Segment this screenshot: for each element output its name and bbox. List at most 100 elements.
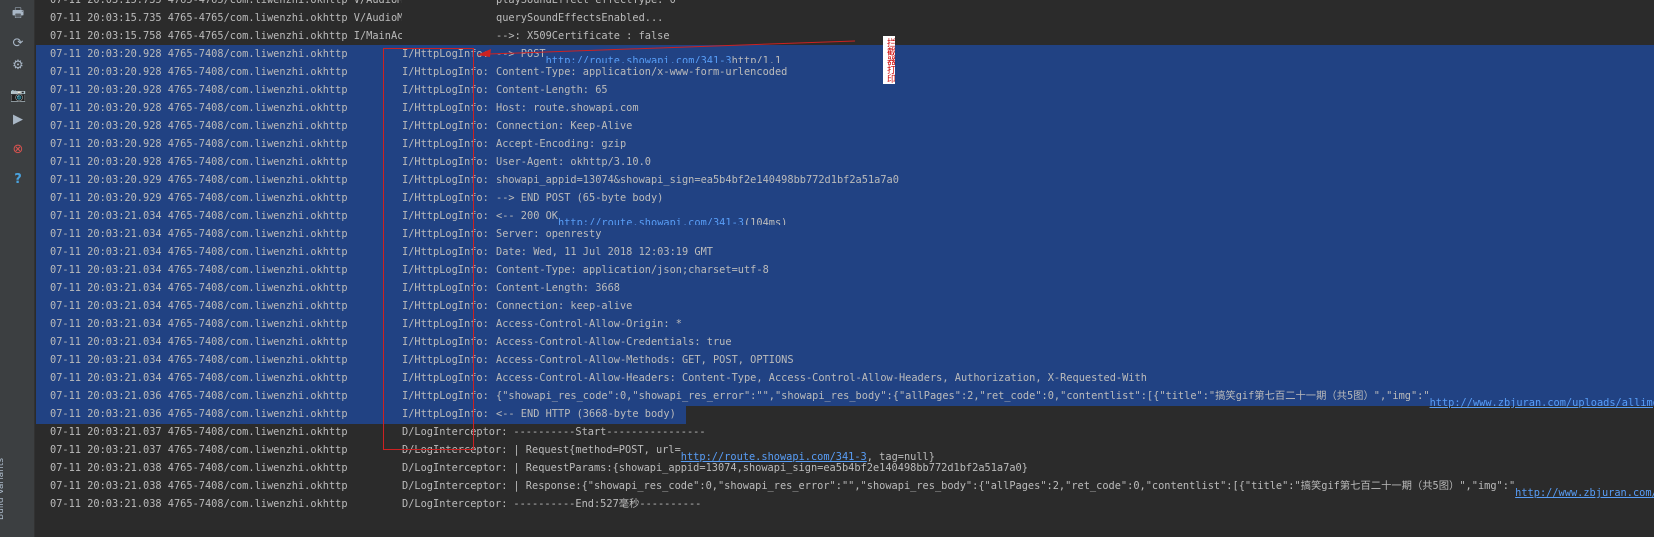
log-message: --> POST <box>496 48 546 60</box>
log-row: 07-11 20:03:20.928 4765-7408/com.liwenzh… <box>36 81 1654 100</box>
log-row: 07-11 20:03:21.034 4765-7408/com.liwenzh… <box>36 369 1654 388</box>
log-tag: I/HttpLogInfo: <box>402 264 489 276</box>
log-tag: I/HttpLogInfo: <box>402 354 489 366</box>
log-message: Connection: keep-alive <box>496 300 633 312</box>
log-prefix: 07-11 20:03:21.034 4765-7408/com.liwenzh… <box>50 354 348 366</box>
close-icon[interactable]: ⊗ <box>10 142 26 158</box>
log-message: querySoundEffectsEnabled... <box>496 12 664 24</box>
log-message: Content-Type: application/x-www-form-url… <box>496 66 788 78</box>
log-message: {"showapi_res_code":0,"showapi_res_error… <box>496 390 1430 402</box>
log-prefix: 07-11 20:03:20.929 4765-7408/com.liwenzh… <box>50 192 348 204</box>
log-message: --> END POST (65-byte body) <box>496 192 664 204</box>
log-message: | Response:{"showapi_res_code":0,"showap… <box>513 480 1516 492</box>
log-prefix: 07-11 20:03:21.034 4765-7408/com.liwenzh… <box>50 300 348 312</box>
log-tag: I/HttpLogInfo: <box>402 120 489 132</box>
log-message: <-- END HTTP (3668-byte body) <box>496 408 676 420</box>
log-message: | Request{method=POST, url= <box>513 444 681 456</box>
log-row: 07-11 20:03:20.928 4765-7408/com.liwenzh… <box>36 135 1654 154</box>
log-message: Access-Control-Allow-Origin: * <box>496 318 682 330</box>
log-message: -->: X509Certificate : false <box>496 30 670 42</box>
log-prefix: 07-11 20:03:21.034 4765-7408/com.liwenzh… <box>50 264 348 276</box>
log-row: 07-11 20:03:21.036 4765-7408/com.liwenzh… <box>36 387 1654 409</box>
log-tag: I/HttpLogInfo: <box>402 84 489 96</box>
logcat-toolbar: 🖶 ⟳ ⚙ 📷 ▶ ⊗ ? Build Variants <box>0 0 35 537</box>
log-row: 07-11 20:03:21.034 4765-7408/com.liwenzh… <box>36 243 1654 262</box>
log-message: Access-Control-Allow-Credentials: true <box>496 336 732 348</box>
log-prefix: 07-11 20:03:21.034 4765-7408/com.liwenzh… <box>50 246 348 258</box>
log-prefix: 07-11 20:03:20.928 4765-7408/com.liwenzh… <box>50 102 348 114</box>
settings-icon[interactable]: ⚙ <box>10 58 26 74</box>
log-row: 07-11 20:03:21.034 4765-7408/com.liwenzh… <box>36 297 1654 316</box>
log-prefix: 07-11 20:03:20.928 4765-7408/com.liwenzh… <box>50 66 348 78</box>
log-prefix: 07-11 20:03:21.034 4765-7408/com.liwenzh… <box>50 210 348 222</box>
log-prefix: 07-11 20:03:15.735 4765-4765/com.liwenzh… <box>50 12 402 24</box>
log-prefix: 07-11 20:03:21.038 4765-7408/com.liwenzh… <box>50 480 348 492</box>
log-message: <-- 200 OK <box>496 210 558 222</box>
log-message: Host: route.showapi.com <box>496 102 639 114</box>
log-message: Content-Type: application/json;charset=u… <box>496 264 769 276</box>
log-prefix: 07-11 20:03:20.928 4765-7408/com.liwenzh… <box>50 120 348 132</box>
log-row: 07-11 20:03:21.034 4765-7408/com.liwenzh… <box>36 315 1654 334</box>
log-tag: I/HttpLogInfo: <box>402 300 489 312</box>
log-row: 07-11 20:03:21.038 4765-7408/com.liwenzh… <box>36 477 1654 499</box>
log-row: 07-11 20:03:21.034 4765-7408/com.liwenzh… <box>36 207 1654 229</box>
log-tag: I/HttpLogInfo: <box>402 102 489 114</box>
log-tag: I/HttpLogInfo: <box>402 156 489 168</box>
log-prefix: 07-11 20:03:21.034 4765-7408/com.liwenzh… <box>50 372 348 384</box>
print-icon[interactable]: 🖶 <box>10 6 26 22</box>
log-prefix: 07-11 20:03:21.034 4765-7408/com.liwenzh… <box>50 228 348 240</box>
log-message: Access-Control-Allow-Headers: Content-Ty… <box>496 372 1147 384</box>
log-tag: I/HttpLogInfo: <box>402 390 489 402</box>
build-variants-tab[interactable]: Build Variants <box>0 400 8 520</box>
log-tag: I/HttpLogInfo: <box>402 372 489 384</box>
log-prefix: 07-11 20:03:21.036 4765-7408/com.liwenzh… <box>50 390 348 402</box>
log-message: User-Agent: okhttp/3.10.0 <box>496 156 651 168</box>
log-row: 07-11 20:03:21.034 4765-7408/com.liwenzh… <box>36 333 1654 352</box>
log-row: 07-11 20:03:15.758 4765-4765/com.liwenzh… <box>36 27 1654 46</box>
log-tag: I/HttpLogInfo: <box>402 192 489 204</box>
log-message: Connection: Keep-Alive <box>496 120 633 132</box>
log-row: 07-11 20:03:21.037 4765-7408/com.liwenzh… <box>36 441 1654 463</box>
log-tag: D/LogInterceptor: <box>402 462 508 474</box>
log-prefix: 07-11 20:03:21.038 4765-7408/com.liwenzh… <box>50 498 348 510</box>
log-tag: I/HttpLogInfo: <box>402 66 489 78</box>
log-tag: I/HttpLogInfo: <box>402 210 489 222</box>
record-icon[interactable]: ▶ <box>10 112 26 128</box>
help-icon[interactable]: ? <box>10 172 26 188</box>
log-tag: I/HttpLogInfo: <box>402 282 489 294</box>
log-prefix: 07-11 20:03:21.034 4765-7408/com.liwenzh… <box>50 282 348 294</box>
log-prefix: 07-11 20:03:20.928 4765-7408/com.liwenzh… <box>50 48 348 60</box>
log-row: 07-11 20:03:20.928 4765-7408/com.liwenzh… <box>36 153 1654 172</box>
logcat-output[interactable]: 07-11 20:03:15.735 4765-4765/com.liwenzh… <box>36 0 1654 537</box>
log-tag: I/HttpLogInfo: <box>402 318 489 330</box>
log-row: 07-11 20:03:20.928 4765-7408/com.liwenzh… <box>36 117 1654 136</box>
log-message: ----------End:527毫秒---------- <box>513 498 702 510</box>
log-row: 07-11 20:03:20.928 4765-7408/com.liwenzh… <box>36 45 1654 67</box>
log-prefix: 07-11 20:03:20.928 4765-7408/com.liwenzh… <box>50 138 348 150</box>
log-message: | RequestParams:{showapi_appid=13074,sho… <box>513 462 1028 474</box>
log-row: 07-11 20:03:21.034 4765-7408/com.liwenzh… <box>36 279 1654 298</box>
log-message: Server: openresty <box>496 228 602 240</box>
log-tag: I/HttpLogInfo: <box>402 48 489 60</box>
log-message: Date: Wed, 11 Jul 2018 12:03:19 GMT <box>496 246 713 258</box>
log-message: Content-Length: 3668 <box>496 282 620 294</box>
log-prefix: 07-11 20:03:21.034 4765-7408/com.liwenzh… <box>50 336 348 348</box>
restart-icon[interactable]: ⟳ <box>10 36 26 52</box>
log-tag: I/HttpLogInfo: <box>402 246 489 258</box>
log-url-link[interactable]: http://www.zbjuran.com/uploads/allimg/18… <box>1430 394 1654 413</box>
log-row: 07-11 20:03:21.038 4765-7408/com.liwenzh… <box>36 459 1654 478</box>
log-message: ----------Start---------------- <box>513 426 706 438</box>
log-row: 07-11 20:03:20.928 4765-7408/com.liwenzh… <box>36 63 1654 82</box>
log-prefix: 07-11 20:03:20.929 4765-7408/com.liwenzh… <box>50 174 348 186</box>
log-row: 07-11 20:03:20.929 4765-7408/com.liwenzh… <box>36 171 1654 190</box>
camera-icon[interactable]: 📷 <box>10 88 26 104</box>
log-tag: D/LogInterceptor: <box>402 498 508 510</box>
log-prefix: 07-11 20:03:21.038 4765-7408/com.liwenzh… <box>50 462 348 474</box>
log-row: 07-11 20:03:15.735 4765-4765/com.liwenzh… <box>36 9 1654 28</box>
log-prefix: 07-11 20:03:21.037 4765-7408/com.liwenzh… <box>50 444 348 456</box>
log-row: 07-11 20:03:20.928 4765-7408/com.liwenzh… <box>36 99 1654 118</box>
log-row: 07-11 20:03:21.034 4765-7408/com.liwenzh… <box>36 261 1654 280</box>
log-row: 07-11 20:03:21.034 4765-7408/com.liwenzh… <box>36 351 1654 370</box>
log-row: 07-11 20:03:21.034 4765-7408/com.liwenzh… <box>36 225 1654 244</box>
log-message: Accept-Encoding: gzip <box>496 138 627 150</box>
